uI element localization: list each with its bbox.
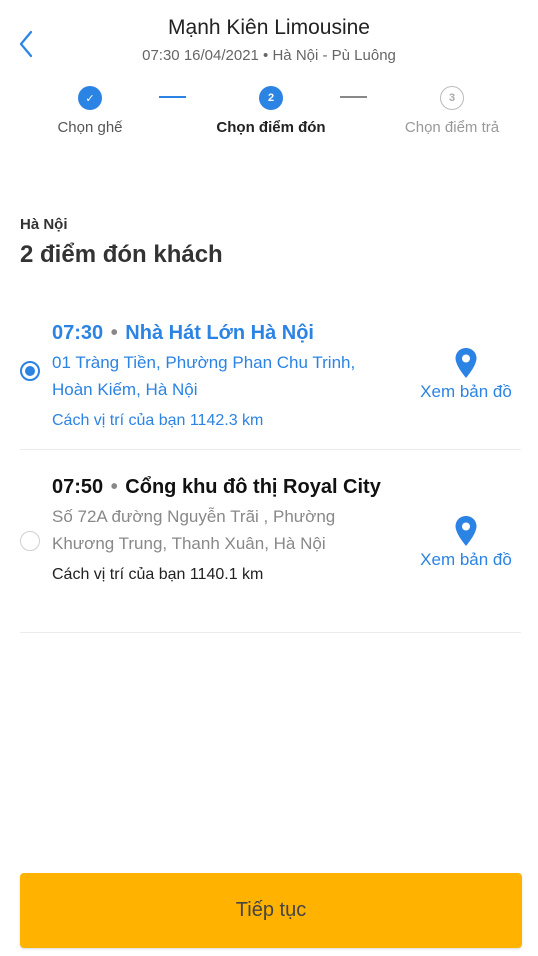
view-map-link[interactable]: Xem bản đồ bbox=[411, 515, 521, 570]
pickup-info: 07:50 • Cổng khu đô thị Royal City Số 72… bbox=[52, 472, 382, 584]
pickup-radio[interactable] bbox=[20, 531, 40, 551]
pickup-option[interactable]: 07:30 • Nhà Hát Lớn Hà Nội 01 Tràng Tiền… bbox=[20, 306, 521, 450]
pickup-time: 07:30 bbox=[52, 322, 104, 344]
pickup-title: 07:50 • Cổng khu đô thị Royal City bbox=[52, 472, 382, 503]
map-pin-icon bbox=[455, 516, 477, 546]
page-title: Mạnh Kiên Limousine bbox=[168, 16, 370, 39]
step-connector bbox=[159, 96, 186, 98]
bullet-separator: • bbox=[110, 476, 118, 498]
map-pin-icon bbox=[455, 348, 477, 378]
view-map-label: Xem bản đồ bbox=[420, 382, 512, 401]
pickup-time: 07:50 bbox=[52, 476, 104, 498]
header: Mạnh Kiên Limousine 07:30 16/04/2021 • H… bbox=[0, 0, 538, 80]
pickup-address: 01 Tràng Tiền, Phường Phan Chu Trinh, Ho… bbox=[52, 353, 356, 399]
pickup-name: Cổng khu đô thị Royal City bbox=[125, 476, 381, 498]
stepper: ✓ Chọn ghế 2 Chọn điểm đón 3 Chọn điểm t… bbox=[0, 84, 538, 144]
step-choose-seat[interactable]: ✓ Chọn ghế bbox=[5, 84, 175, 136]
trip-subtitle: 07:30 16/04/2021 • Hà Nội - Pù Luông bbox=[142, 47, 396, 64]
pickup-radio-selected[interactable] bbox=[20, 361, 40, 381]
section-heading: 2 điểm đón khách bbox=[20, 241, 223, 268]
bullet-separator: • bbox=[110, 322, 118, 344]
step-number: 3 bbox=[440, 86, 464, 110]
step-choose-dropoff[interactable]: 3 Chọn điểm trả bbox=[367, 84, 537, 136]
continue-button[interactable]: Tiếp tục bbox=[20, 873, 522, 948]
view-map-link[interactable]: Xem bản đồ bbox=[411, 347, 521, 402]
pickup-address: Số 72A đường Nguyễn Trãi , Phường Khương… bbox=[52, 507, 336, 553]
view-map-label: Xem bản đồ bbox=[420, 550, 512, 569]
city-label: Hà Nội bbox=[20, 216, 68, 233]
step-label: Chọn điểm đón bbox=[216, 119, 326, 136]
step-number: 2 bbox=[259, 86, 283, 110]
pickup-distance: Cách vị trí của bạn 1142.3 km bbox=[52, 412, 264, 429]
pickup-name: Nhà Hát Lớn Hà Nội bbox=[125, 322, 314, 344]
pickup-info: 07:30 • Nhà Hát Lớn Hà Nội 01 Tràng Tiền… bbox=[52, 318, 382, 430]
check-icon: ✓ bbox=[78, 86, 102, 110]
step-label: Chọn ghế bbox=[57, 119, 123, 136]
radio-dot bbox=[25, 366, 35, 376]
step-label: Chọn điểm trả bbox=[404, 119, 500, 136]
pickup-option[interactable]: 07:50 • Cổng khu đô thị Royal City Số 72… bbox=[20, 464, 521, 633]
pickup-distance: Cách vị trí của bạn 1140.1 km bbox=[52, 566, 264, 583]
step-connector bbox=[340, 96, 367, 98]
step-choose-pickup[interactable]: 2 Chọn điểm đón bbox=[186, 84, 356, 136]
pickup-title: 07:30 • Nhà Hát Lớn Hà Nội bbox=[52, 318, 382, 349]
